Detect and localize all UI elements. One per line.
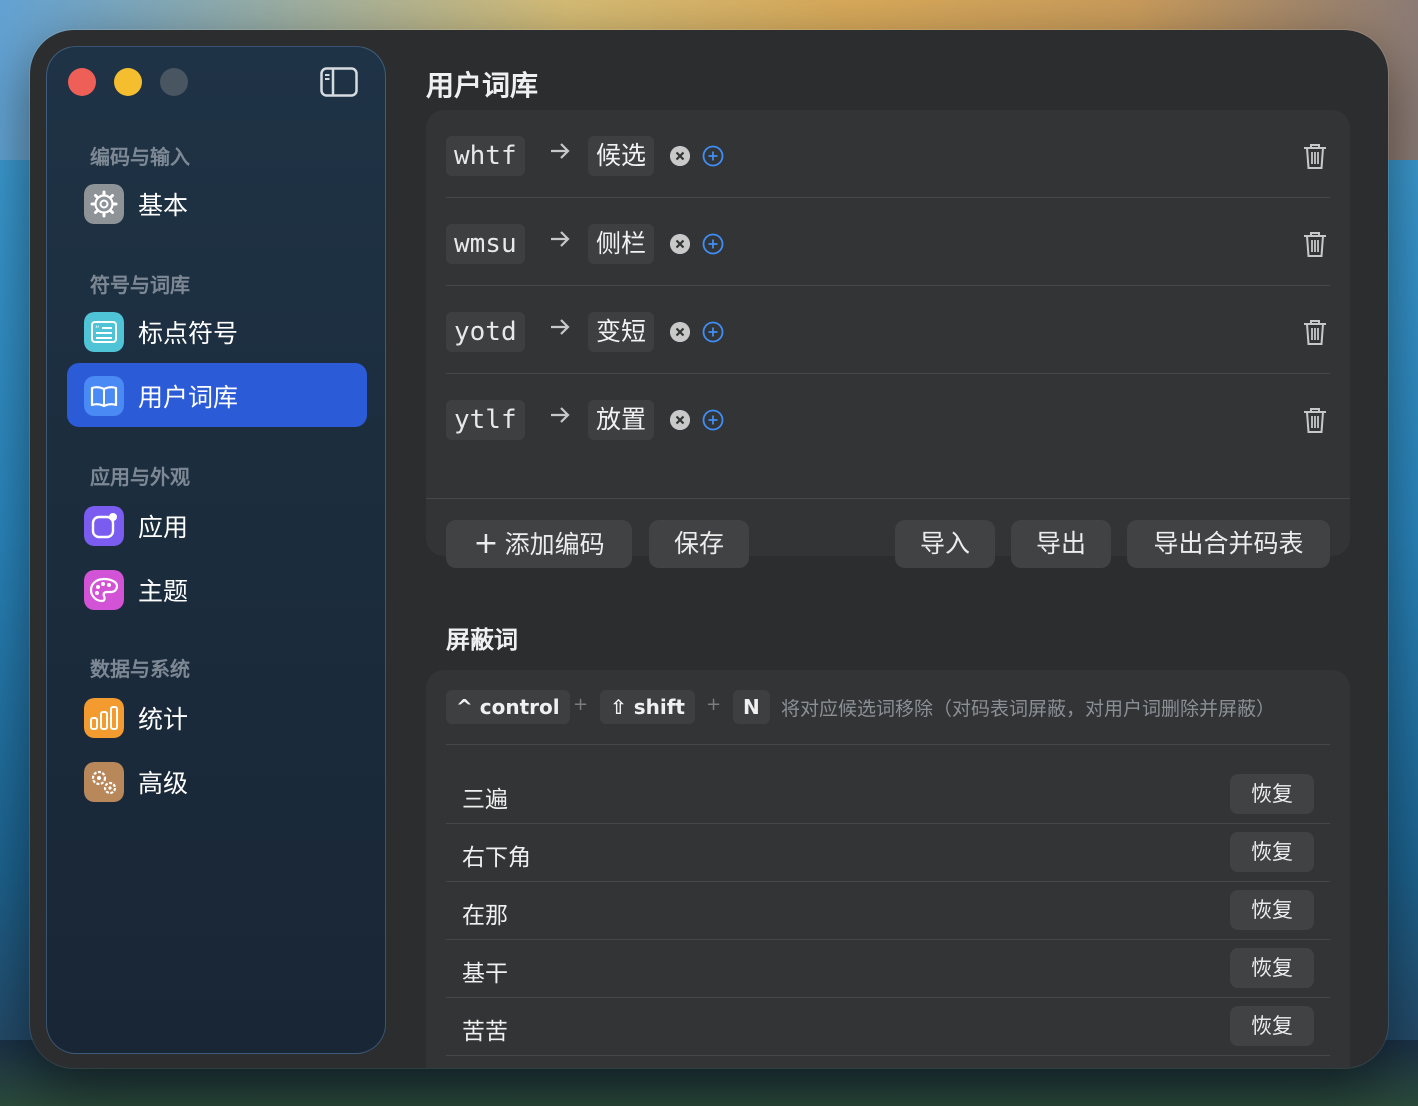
restore-button[interactable]: 恢复 <box>1230 1006 1314 1046</box>
sidebar-item-basic[interactable]: 基本 <box>67 171 367 235</box>
sidebar-item-label: 应用 <box>138 513 189 542</box>
remove-word-icon[interactable] <box>670 234 690 254</box>
sidebar-item-label: 统计 <box>138 705 189 734</box>
bar-chart-icon <box>84 698 124 738</box>
section-label-apps: 应用与外观 <box>90 465 190 489</box>
sidebar-item-label: 主题 <box>138 577 189 606</box>
remove-word-icon[interactable] <box>670 322 690 342</box>
trash-icon[interactable] <box>1302 406 1328 434</box>
sidebar-item-punctuation[interactable]: “ 标点符号 <box>67 299 367 363</box>
table-row: wmsu 侧栏 <box>446 198 1330 286</box>
remove-word-icon[interactable] <box>670 410 690 430</box>
trash-icon[interactable] <box>1302 318 1328 346</box>
import-button[interactable]: 导入 <box>895 520 995 568</box>
code-field[interactable]: whtf <box>446 136 525 176</box>
code-field[interactable]: ytlf <box>446 400 525 440</box>
word-field[interactable]: 侧栏 <box>588 224 655 264</box>
blocked-word: 基干 <box>462 961 508 987</box>
section-label-symbols: 符号与词库 <box>90 273 190 297</box>
add-word-icon[interactable] <box>702 321 724 343</box>
zoom-window-button[interactable] <box>160 68 188 96</box>
restore-button[interactable]: 恢复 <box>1230 890 1314 930</box>
blocked-word: 右下角 <box>462 845 531 871</box>
key-plus: + <box>573 694 589 715</box>
arrow-right-icon <box>551 319 570 335</box>
add-word-icon[interactable] <box>702 409 724 431</box>
arrow-right-icon <box>551 143 570 159</box>
shortcut-hint: 将对应候选词移除（对码表词屏蔽，对用户词删除并屏蔽） <box>781 698 1276 720</box>
add-code-label: 添加编码 <box>504 530 605 559</box>
table-row: whtf 候选 <box>446 110 1330 198</box>
trash-icon[interactable] <box>1302 230 1328 258</box>
arrow-right-icon <box>551 407 570 423</box>
sidebar-item-theme[interactable]: 主题 <box>67 557 367 621</box>
sidebar-item-user-dictionary[interactable]: 用户词库 <box>67 363 367 427</box>
shift-icon: ⇧ <box>610 695 627 719</box>
sidebar-item-label: 用户词库 <box>138 383 239 412</box>
restore-button[interactable]: 恢复 <box>1230 832 1314 872</box>
gear-icon <box>84 184 124 224</box>
add-word-icon[interactable] <box>702 145 724 167</box>
restore-button[interactable]: 恢复 <box>1230 948 1314 988</box>
sidebar: 编码与输入 基本 符号与词库 “ 标点符号 用户词库 应用与外观 应用 主题 数… <box>46 46 386 1054</box>
sidebar-toggle-icon[interactable] <box>320 67 358 97</box>
page-title: 用户词库 <box>426 69 539 102</box>
n-key: N <box>733 690 770 724</box>
minimize-window-button[interactable] <box>114 68 142 96</box>
row-divider <box>446 1055 1330 1056</box>
card-divider <box>426 498 1350 499</box>
remove-word-icon[interactable] <box>670 146 690 166</box>
control-icon: ^ <box>456 695 473 719</box>
arrow-right-icon <box>551 231 570 247</box>
close-window-button[interactable] <box>68 68 96 96</box>
list-item: 基干 恢复 <box>446 940 1330 998</box>
table-row: ytlf 放置 <box>446 374 1330 462</box>
restore-button[interactable]: 恢复 <box>1230 774 1314 814</box>
control-key: ^ control <box>446 690 570 724</box>
code-field[interactable]: yotd <box>446 312 525 352</box>
word-field[interactable]: 候选 <box>588 136 655 176</box>
trash-icon[interactable] <box>1302 142 1328 170</box>
key-plus: + <box>706 694 722 715</box>
blocked-word: 苦苦 <box>462 1019 508 1045</box>
palette-icon <box>84 570 124 610</box>
sidebar-item-statistics[interactable]: 统计 <box>67 685 367 749</box>
sidebar-item-advanced[interactable]: 高级 <box>67 749 367 813</box>
word-field[interactable]: 放置 <box>588 400 655 440</box>
sidebar-item-label: 标点符号 <box>138 319 239 348</box>
sidebar-item-apps[interactable]: 应用 <box>67 493 367 557</box>
blocked-word: 三遍 <box>462 787 508 813</box>
add-code-button[interactable]: + 添加编码 <box>446 520 632 568</box>
export-merged-button[interactable]: 导出合并码表 <box>1127 520 1330 568</box>
section-label-data: 数据与系统 <box>90 657 190 681</box>
sidebar-item-label: 高级 <box>138 769 189 798</box>
list-item: 右下角 恢复 <box>446 824 1330 882</box>
table-row: yotd 变短 <box>446 286 1330 374</box>
settings-window: 编码与输入 基本 符号与词库 “ 标点符号 用户词库 应用与外观 应用 主题 数… <box>30 30 1388 1068</box>
blocked-words-card: ^ control + ⇧ shift + N 将对应候选词移除（对码表词屏蔽，… <box>426 670 1350 1068</box>
section-label-encoding: 编码与输入 <box>90 145 190 169</box>
blocked-word: 在那 <box>462 903 508 929</box>
save-button[interactable]: 保存 <box>649 520 749 568</box>
blocked-words-title: 屏蔽词 <box>446 626 518 654</box>
plus-icon: + <box>473 526 499 561</box>
shift-key: ⇧ shift <box>600 690 695 724</box>
shift-key-label: shift <box>633 695 685 719</box>
add-word-icon[interactable] <box>702 233 724 255</box>
word-field[interactable]: 变短 <box>588 312 655 352</box>
card-divider <box>446 744 1330 745</box>
export-button[interactable]: 导出 <box>1011 520 1111 568</box>
list-item: 苦苦 恢复 <box>446 998 1330 1056</box>
quote-list-icon: “ <box>84 312 124 352</box>
control-key-label: control <box>479 695 560 719</box>
code-field[interactable]: wmsu <box>446 224 525 264</box>
app-badge-icon <box>84 506 124 546</box>
gears-icon <box>84 762 124 802</box>
list-item: 在那 恢复 <box>446 882 1330 940</box>
user-dictionary-card: whtf 候选 wmsu 侧栏 yotd 变短 ytlf 放置 + 添加编码 保… <box>426 110 1350 568</box>
book-icon <box>84 376 124 416</box>
sidebar-item-label: 基本 <box>138 191 189 220</box>
list-item: 三遍 恢复 <box>446 766 1330 824</box>
